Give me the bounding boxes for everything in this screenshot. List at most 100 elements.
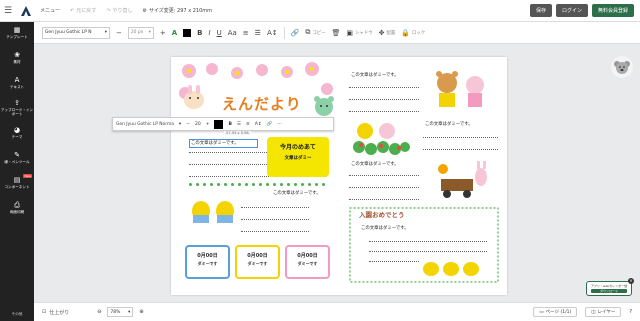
- delete-icon[interactable]: 🗑: [332, 29, 341, 37]
- text-line: [349, 175, 419, 176]
- card-date: 0月00日: [297, 253, 318, 259]
- sidebar-item-theme[interactable]: ◕ テーマ: [0, 122, 34, 143]
- color-swatch[interactable]: [214, 119, 224, 129]
- newsletter-title[interactable]: えんだより: [222, 93, 302, 114]
- ad-download-button[interactable]: ダウンロード: [591, 289, 627, 293]
- align-icon[interactable]: ≡: [243, 29, 249, 37]
- text-color-icon[interactable]: A: [172, 29, 177, 37]
- lock-button[interactable]: 🔒 ロック: [401, 29, 425, 37]
- section-title[interactable]: 入園おめでとう: [359, 209, 405, 219]
- help-icon[interactable]: ?: [629, 309, 632, 315]
- redo-button[interactable]: ↷ やり直し: [106, 7, 132, 15]
- register-button[interactable]: 無料会員登録: [591, 4, 634, 17]
- text-line: [369, 241, 487, 242]
- bold-icon[interactable]: B: [228, 122, 231, 127]
- garden-illustration: [353, 123, 410, 155]
- layer-button[interactable]: ◫ レイヤー: [585, 307, 622, 317]
- sidebar-item-pen[interactable]: ✎ 線・ペンツール: [0, 147, 34, 168]
- menu-button[interactable]: メニュー: [40, 7, 60, 14]
- font-select[interactable]: Gen Jyuu Gothic LP N ▾: [42, 26, 110, 39]
- minus-icon[interactable]: −: [116, 29, 122, 37]
- zoom-control: ⊖ 78% ▾ ⊕: [97, 307, 144, 317]
- sidebar-item-text[interactable]: A テキスト: [0, 72, 34, 93]
- ad-popup[interactable]: × アプリ・webカレンダー他 ダウンロード: [586, 278, 634, 296]
- float-font-size[interactable]: 20: [195, 122, 201, 127]
- zoom-select[interactable]: 78% ▾: [107, 307, 134, 317]
- body-text[interactable]: この文章はダミーです。: [351, 72, 399, 78]
- more-icon[interactable]: ⋯: [277, 122, 282, 127]
- app-logo[interactable]: [16, 5, 36, 17]
- letter-case-icon[interactable]: Aa: [228, 29, 237, 37]
- flower-icon: ❀: [14, 50, 20, 59]
- font-size-input[interactable]: 20 px ▾: [127, 26, 154, 39]
- chevron-down-icon[interactable]: ▾: [179, 122, 181, 127]
- layers-icon: ◫: [591, 309, 596, 315]
- minus-icon[interactable]: −: [186, 122, 190, 127]
- sidebar-item-template[interactable]: ▦ テンプレート: [0, 22, 34, 43]
- goal-box[interactable]: 今月のめあて 文章はダミー: [267, 137, 329, 177]
- sidebar-item-material[interactable]: ❀ 素材: [0, 47, 34, 68]
- list-icon[interactable]: ☰: [237, 122, 241, 127]
- sidebar-more[interactable]: その他: [0, 312, 34, 317]
- bear-rabbit-illustration: [436, 71, 484, 107]
- preview-button[interactable]: ⊡ 仕上がり: [42, 309, 69, 316]
- font-size-placeholder: 20 px: [130, 30, 144, 35]
- body-text[interactable]: この文章はダミーです。: [425, 121, 473, 127]
- underline-icon[interactable]: U: [217, 29, 222, 37]
- arrange-button[interactable]: ✥ 配置: [379, 29, 396, 37]
- undo-button[interactable]: ↶ 元に戻す: [70, 7, 97, 15]
- chicks-illustration: [192, 201, 234, 223]
- sidebar-item-upload[interactable]: ⇪ アップロード・インポート: [0, 97, 34, 118]
- text-line: [349, 187, 419, 188]
- page-button[interactable]: ▭ ページ (1/1): [533, 307, 578, 317]
- body-text[interactable]: この文章はダミーです。: [361, 225, 409, 231]
- undo-label: 元に戻す: [76, 8, 97, 14]
- preview-icon: ⊡: [42, 309, 47, 315]
- zoom-out-icon[interactable]: ⊖: [97, 309, 101, 315]
- text-line: [369, 251, 487, 252]
- link-icon[interactable]: 🔗: [267, 122, 273, 127]
- undo-icon: ↶: [70, 7, 75, 14]
- card-text: ダミーです: [247, 261, 268, 266]
- sidebar-item-print[interactable]: ⎙ 両面印刷: [0, 197, 34, 218]
- login-button[interactable]: ログイン: [555, 4, 588, 17]
- layer-label: レイヤー: [597, 310, 616, 315]
- float-font-select[interactable]: Gen Jyuu Gothic LP Norma: [116, 122, 174, 127]
- text-icon: A: [14, 75, 20, 84]
- size-tooltip: 57.93 x 5.96: [224, 131, 251, 135]
- plus-icon[interactable]: +: [160, 29, 166, 37]
- assistant-avatar[interactable]: [611, 56, 633, 78]
- text-size-icon[interactable]: A↕: [255, 122, 262, 127]
- animal-illustration: [184, 85, 204, 109]
- plus-icon[interactable]: +: [206, 122, 210, 127]
- list-icon[interactable]: ☰: [255, 29, 261, 37]
- lock-label: ロック: [412, 30, 426, 36]
- body-text[interactable]: この文章はダミーです。: [273, 190, 321, 196]
- sidebar-item-label: アップロード・インポート: [0, 107, 34, 116]
- align-icon[interactable]: ≡: [246, 122, 250, 127]
- save-button[interactable]: 保存: [529, 4, 552, 17]
- card-date: 0月00日: [247, 253, 268, 259]
- color-swatch[interactable]: [183, 28, 192, 37]
- date-card[interactable]: 0月00日 ダミーです: [235, 245, 280, 279]
- font-name: Gen Jyuu Gothic LP N: [45, 30, 92, 35]
- selection-box[interactable]: [189, 139, 258, 148]
- sidebar-item-label: テキスト: [9, 84, 25, 89]
- sidebar-item-label: 両面印刷: [9, 209, 25, 214]
- hamburger-icon[interactable]: ☰: [0, 6, 16, 16]
- format-toolbar: Gen Jyuu Gothic LP N ▾ − 20 px ▾ + A B I U…: [34, 22, 640, 44]
- sidebar-item-component[interactable]: New ▤ コンポーネント: [0, 172, 34, 193]
- copy-button[interactable]: ⧉ コピー: [305, 28, 325, 37]
- text-size-icon[interactable]: A↕: [267, 29, 278, 37]
- shadow-button[interactable]: ▣ シャドウ: [346, 29, 372, 37]
- bold-icon[interactable]: B: [197, 29, 202, 37]
- body-text[interactable]: この文章はダミーです。: [351, 161, 399, 167]
- italic-icon[interactable]: I: [209, 29, 211, 37]
- link-icon[interactable]: 🔗: [291, 29, 300, 37]
- zoom-in-icon[interactable]: ⊕: [139, 309, 143, 315]
- date-card[interactable]: 0月00日 ダミーです: [185, 245, 230, 279]
- resize-button[interactable]: ⚙ サイズ変更: 297 x 210mm: [142, 7, 212, 15]
- close-icon[interactable]: ×: [628, 278, 634, 284]
- date-card[interactable]: 0月00日 ダミーです: [285, 245, 330, 279]
- copy-label: コピー: [312, 30, 326, 36]
